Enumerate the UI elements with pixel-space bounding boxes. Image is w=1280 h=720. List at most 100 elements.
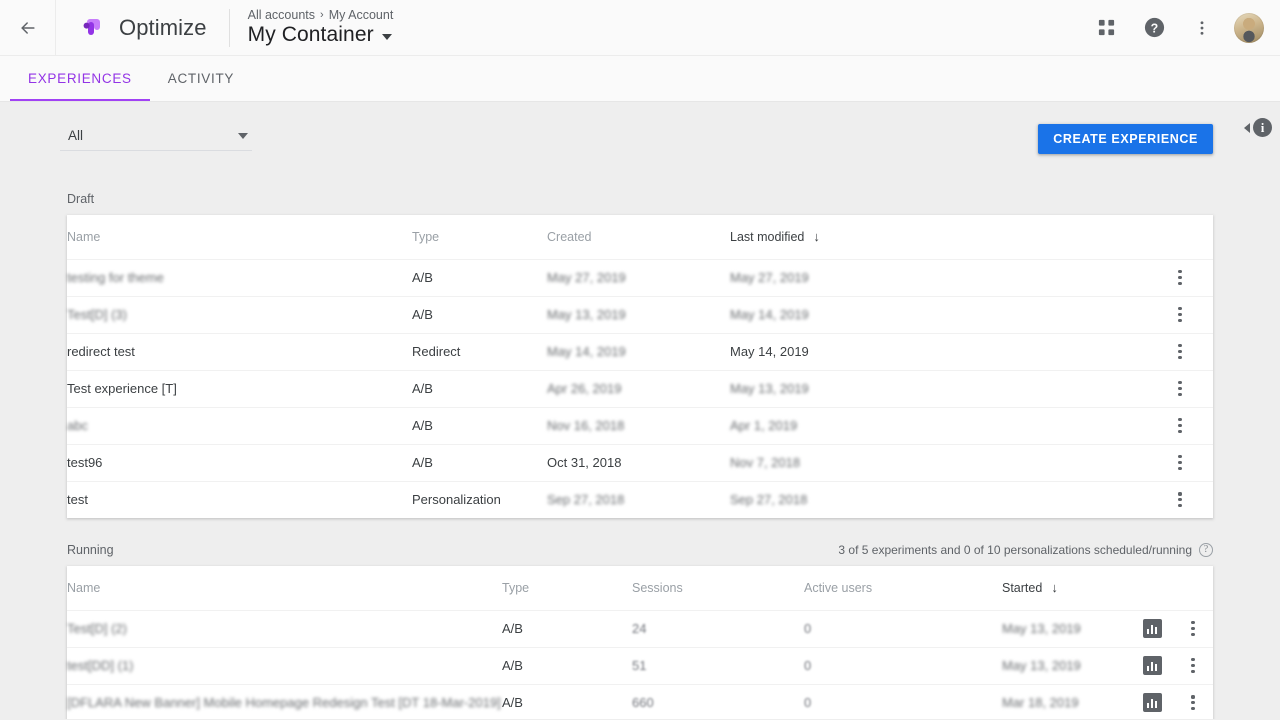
running-col-active-users[interactable]: Active users	[804, 566, 1002, 610]
more-options-button[interactable]	[1182, 8, 1222, 48]
row-menu-button[interactable]	[1147, 492, 1213, 508]
optimize-logo-icon	[83, 18, 100, 35]
row-menu-button[interactable]	[1173, 621, 1213, 636]
table-row[interactable]: test96 A/B Oct 31, 2018 Nov 7, 2018	[67, 443, 1213, 481]
bar-chart-icon[interactable]	[1142, 693, 1162, 713]
experience-active-users: 0	[804, 695, 812, 711]
more-vert-icon	[1178, 307, 1182, 322]
experience-sessions: 51	[632, 658, 647, 673]
experience-type: A/B	[412, 295, 547, 333]
experience-name[interactable]: redirect test	[67, 344, 135, 359]
more-vert-icon	[1191, 621, 1195, 636]
breadcrumb-account[interactable]: My Account	[329, 8, 394, 22]
more-vert-icon	[1191, 658, 1195, 673]
running-col-type[interactable]: Type	[502, 566, 632, 610]
table-row[interactable]: abc A/B Nov 16, 2018 Apr 1, 2019	[67, 406, 1213, 444]
experience-name[interactable]: test96	[67, 455, 102, 470]
table-row[interactable]: [DFLARA New Banner] Mobile Homepage Rede…	[67, 683, 1213, 719]
table-row[interactable]: Test experience [T] A/B Apr 26, 2019 May 13…	[67, 369, 1213, 407]
avatar[interactable]	[1234, 12, 1264, 43]
more-vert-icon	[1178, 455, 1182, 470]
info-icon: i	[1253, 118, 1272, 137]
info-panel-toggle[interactable]: i	[1244, 118, 1272, 137]
experience-active-users: 0	[804, 621, 812, 636]
bar-chart-icon[interactable]	[1142, 619, 1162, 638]
draft-col-last-modified[interactable]: Last modified ↓	[730, 215, 1147, 259]
running-table-card: Name Type Sessions Active users Started ↓…	[67, 566, 1213, 719]
row-menu-button[interactable]	[1147, 455, 1213, 470]
running-col-name[interactable]: Name	[67, 566, 502, 610]
experience-created-date: May 14, 2019	[547, 344, 626, 359]
product-name: Optimize	[119, 14, 207, 40]
running-header-row: Name Type Sessions Active users Started ↓	[67, 566, 1213, 610]
experience-name[interactable]: test	[67, 492, 88, 507]
product-brand[interactable]: Optimize	[56, 14, 207, 42]
more-vert-icon	[1178, 381, 1182, 396]
experience-type: A/B	[412, 258, 547, 296]
help-button[interactable]: ?	[1134, 8, 1174, 48]
status-filter-select[interactable]: All	[60, 128, 252, 151]
container-selector[interactable]: My Container	[248, 23, 394, 47]
row-menu-button[interactable]	[1147, 418, 1213, 433]
experience-type: A/B	[502, 609, 632, 647]
running-col-started[interactable]: Started ↓	[1002, 566, 1131, 610]
apps-button[interactable]	[1086, 8, 1126, 48]
back-button[interactable]	[0, 0, 56, 56]
draft-col-created[interactable]: Created	[547, 215, 730, 259]
breadcrumb-all-accounts[interactable]: All accounts	[248, 8, 315, 22]
experience-modified-date: May 14, 2019	[730, 344, 809, 359]
row-menu-button[interactable]	[1147, 344, 1213, 359]
experience-name[interactable]: Test[D] (3)	[67, 307, 127, 322]
help-outline-icon[interactable]: ?	[1199, 543, 1213, 557]
experience-name[interactable]: testing for theme	[67, 270, 164, 285]
row-menu-button[interactable]	[1147, 381, 1213, 396]
draft-table: Name Type Created Last modified ↓ testing…	[67, 215, 1213, 518]
table-row[interactable]: test Personalization Sep 27, 2018 Sep 27, 2…	[67, 480, 1213, 518]
experience-name[interactable]: Test[D] (2)	[67, 621, 127, 636]
draft-col-type[interactable]: Type	[412, 215, 547, 259]
table-row[interactable]: Test[D] (3) A/B May 13, 2019 May 14, 2019	[67, 295, 1213, 333]
more-vert-icon	[1178, 270, 1182, 285]
apps-grid-icon	[1098, 19, 1114, 36]
experience-type: A/B	[502, 683, 632, 719]
chevron-down-icon	[381, 34, 392, 40]
create-experience-button[interactable]: CREATE EXPERIENCE	[1038, 124, 1213, 154]
row-menu-button[interactable]	[1147, 307, 1213, 322]
running-section: Running 3 of 5 experiments and 0 of 10 p…	[67, 539, 1213, 719]
running-table-body: Test[D] (2) A/B 24 0 May 13, 2019 test[DD] (1…	[67, 609, 1213, 719]
table-row[interactable]: testing for theme A/B May 27, 2019 May 27, …	[67, 258, 1213, 296]
breadcrumb-separator-icon: ›	[320, 9, 324, 21]
experience-name[interactable]: test[DD] (1)	[67, 658, 133, 673]
experience-type: Redirect	[412, 332, 547, 370]
experience-modified-date: Nov 7, 2018	[730, 455, 801, 470]
experience-name[interactable]: Test experience [T]	[67, 381, 177, 396]
experience-created-date: May 13, 2019	[547, 307, 626, 322]
draft-col-name[interactable]: Name	[67, 215, 412, 259]
bar-chart-icon[interactable]	[1142, 656, 1162, 675]
table-row[interactable]: redirect test Redirect May 14, 2019 May 14,…	[67, 332, 1213, 370]
table-row[interactable]: test[DD] (1) A/B 51 0 May 13, 2019	[67, 646, 1213, 684]
tab-experiences-label: EXPERIENCES	[28, 71, 132, 86]
experience-started-date: May 13, 2019	[1002, 621, 1081, 636]
running-table-head: Name Type Sessions Active users Started ↓	[67, 566, 1213, 610]
experience-created-date: Sep 27, 2018	[547, 492, 625, 508]
content-toolbar: All CREATE EXPERIENCE i	[0, 102, 1280, 188]
experience-created-date: Nov 16, 2018	[547, 418, 625, 433]
draft-section: Draft Name Type Created Last modified ↓	[67, 188, 1213, 518]
draft-table-body: testing for theme A/B May 27, 2019 May 27, …	[67, 258, 1213, 518]
sort-arrow-icon: ↓	[813, 229, 820, 245]
breadcrumb: All accounts › My Account	[248, 8, 394, 22]
running-col-sessions[interactable]: Sessions	[632, 566, 804, 610]
tab-experiences[interactable]: EXPERIENCES	[10, 56, 150, 101]
experience-modified-date: May 13, 2019	[730, 381, 809, 396]
row-menu-button[interactable]	[1173, 695, 1213, 711]
row-menu-button[interactable]	[1173, 658, 1213, 673]
running-col-report	[1131, 566, 1173, 610]
row-menu-button[interactable]	[1147, 270, 1213, 285]
draft-table-card: Name Type Created Last modified ↓ testing…	[67, 215, 1213, 518]
experience-name[interactable]: [DFLARA New Banner] Mobile Homepage Rede…	[67, 695, 501, 710]
tab-activity[interactable]: ACTIVITY	[150, 56, 252, 101]
draft-section-header: Draft	[67, 188, 1213, 215]
table-row[interactable]: Test[D] (2) A/B 24 0 May 13, 2019	[67, 609, 1213, 647]
experience-name[interactable]: abc	[67, 418, 88, 433]
